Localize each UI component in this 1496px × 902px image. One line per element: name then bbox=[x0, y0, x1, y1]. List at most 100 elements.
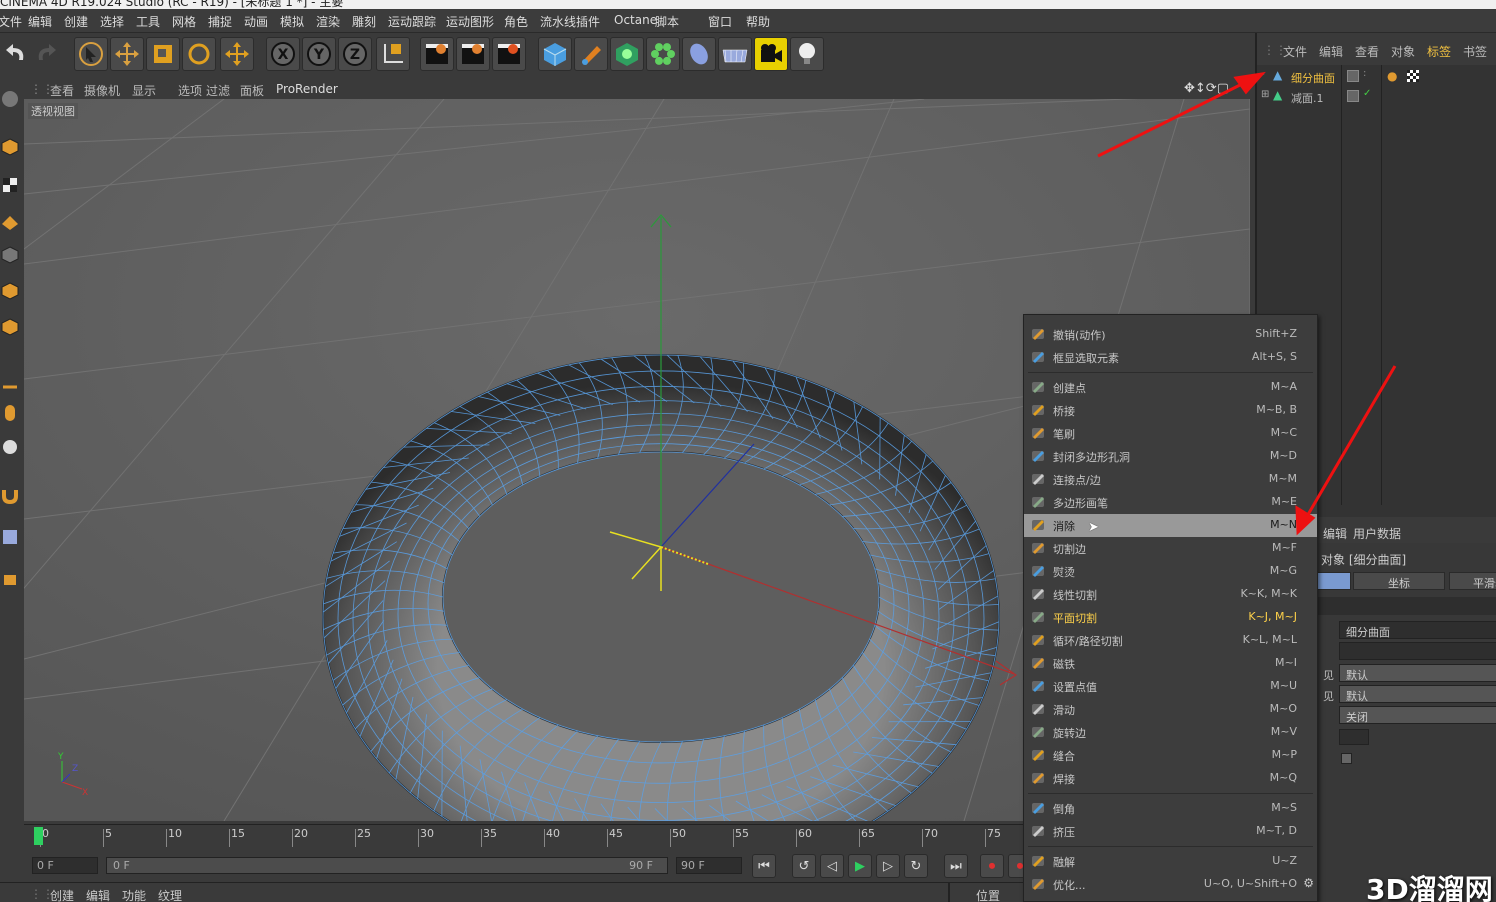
attr-tab-edit[interactable]: 编辑 bbox=[1323, 525, 1347, 542]
grid-button[interactable] bbox=[0, 523, 20, 551]
menu-10[interactable]: 雕刻 bbox=[352, 13, 376, 30]
menu-11[interactable]: 运动跟踪 bbox=[388, 13, 436, 30]
snap-button[interactable] bbox=[0, 433, 20, 461]
menu-2[interactable]: 创建 bbox=[64, 13, 88, 30]
lock-button[interactable] bbox=[0, 563, 20, 591]
attr-checkbox[interactable] bbox=[1341, 753, 1352, 764]
playhead[interactable] bbox=[34, 827, 43, 845]
model-mode-button[interactable] bbox=[0, 85, 20, 113]
rotate-button[interactable] bbox=[182, 37, 216, 71]
rotate-view-icon[interactable]: ⟳ bbox=[1206, 81, 1217, 96]
current-frame-field[interactable]: 0 F bbox=[32, 857, 98, 874]
enable-axis-button[interactable] bbox=[0, 373, 20, 401]
menu-14[interactable]: 流水线 bbox=[540, 13, 576, 30]
context-item-bevel[interactable]: 倒角 M~S bbox=[1024, 797, 1317, 820]
cloner-button[interactable] bbox=[646, 37, 680, 71]
viewport-menu-5[interactable]: 面板 bbox=[240, 82, 264, 99]
z-axis-button[interactable]: Z bbox=[338, 37, 372, 71]
timeline-ruler[interactable]: 0 5 10 15 20 25 30 35 40 45 50 55 60 65 70 75 bbox=[24, 824, 1024, 848]
object-row[interactable]: ⊞ ▲ 减面.1 ✓ bbox=[1257, 87, 1496, 107]
attr-field-1[interactable] bbox=[1339, 642, 1496, 660]
context-item-connect[interactable]: 连接点/边 M~M bbox=[1024, 468, 1317, 491]
context-item-stitch[interactable]: 缝合 M~P bbox=[1024, 744, 1317, 767]
attr-tab-userdata[interactable]: 用户数据 bbox=[1353, 525, 1401, 542]
object-row[interactable]: - ▲ 细分曲面: ● bbox=[1257, 67, 1496, 87]
coordinate-system-button[interactable] bbox=[376, 37, 410, 71]
render-settings-button[interactable] bbox=[492, 37, 526, 71]
object-menu-0[interactable]: 文件 bbox=[1283, 43, 1307, 60]
scale-button[interactable] bbox=[146, 37, 180, 71]
maximize-view-icon[interactable]: ▢ bbox=[1217, 81, 1229, 96]
object-menu-5[interactable]: 书签 bbox=[1463, 43, 1487, 60]
context-item-undo[interactable]: 撤销(动作) Shift+Z bbox=[1024, 323, 1317, 346]
menu-19[interactable]: 帮助 bbox=[746, 13, 770, 30]
render-picture-viewer-button[interactable] bbox=[456, 37, 490, 71]
zoom-view-icon[interactable]: ↕ bbox=[1195, 81, 1206, 96]
floor-button[interactable] bbox=[718, 37, 752, 71]
object-menu-1[interactable]: 编辑 bbox=[1319, 43, 1343, 60]
polygons-mode-button[interactable] bbox=[0, 313, 20, 341]
context-item-weld[interactable]: 焊接 M~Q bbox=[1024, 767, 1317, 790]
layer-icon[interactable] bbox=[1347, 90, 1359, 102]
viewport-menu-0[interactable]: 查看 bbox=[50, 82, 74, 99]
prev-key-button[interactable]: ↺ bbox=[792, 854, 816, 878]
next-key-button[interactable]: ↻ bbox=[904, 854, 928, 878]
menu-12[interactable]: 运动图形 bbox=[446, 13, 494, 30]
attr-number-field[interactable] bbox=[1339, 729, 1369, 745]
menu-15[interactable]: 插件 bbox=[576, 13, 600, 30]
deformer-button[interactable] bbox=[682, 37, 716, 71]
play-button[interactable]: ▶ bbox=[848, 854, 872, 878]
context-item-dissolve[interactable]: 消除 M~N ➤ bbox=[1024, 514, 1317, 537]
context-item-bridge[interactable]: 桥接 M~B, B bbox=[1024, 399, 1317, 422]
recent-tool-button[interactable] bbox=[220, 37, 254, 71]
tree-toggle-icon[interactable]: ⊞ bbox=[1261, 89, 1269, 100]
record-button[interactable]: ⏺ bbox=[980, 854, 1004, 878]
tree-toggle-icon[interactable]: - bbox=[1261, 69, 1265, 80]
bottom-tab-3[interactable]: 纹理 bbox=[158, 887, 182, 902]
object-mode-button[interactable] bbox=[0, 133, 20, 161]
context-item-melt[interactable]: 融解 U~Z bbox=[1024, 850, 1317, 873]
menu-1[interactable]: 编辑 bbox=[28, 13, 52, 30]
menu-6[interactable]: 捕捉 bbox=[208, 13, 232, 30]
go-start-button[interactable]: ⏮ bbox=[752, 854, 776, 878]
object-menu-2[interactable]: 查看 bbox=[1355, 43, 1379, 60]
bottom-tab-0[interactable]: 创建 bbox=[50, 887, 74, 902]
attr-subtab-1[interactable]: 坐标 bbox=[1353, 572, 1445, 590]
camera-button[interactable] bbox=[754, 37, 788, 71]
magnet-tool-button[interactable] bbox=[0, 481, 20, 509]
object-name[interactable]: 减面.1 bbox=[1291, 90, 1324, 106]
viewport-menu-2[interactable]: 显示 bbox=[132, 82, 156, 99]
viewport-menu-3[interactable]: 选项 bbox=[178, 82, 202, 99]
object-menu-4[interactable]: 标签 bbox=[1427, 43, 1451, 60]
context-item-frame-selected[interactable]: 框显选取元素 Alt+S, S bbox=[1024, 346, 1317, 369]
bottom-tab-1[interactable]: 编辑 bbox=[86, 887, 110, 902]
context-item-optimize[interactable]: 优化... U~O, U~Shift+O bbox=[1024, 873, 1317, 896]
move-button[interactable] bbox=[110, 37, 144, 71]
light-button[interactable] bbox=[790, 37, 824, 71]
tag-icon[interactable]: ● bbox=[1387, 69, 1397, 83]
visibility-dots-icon[interactable]: : bbox=[1363, 68, 1366, 79]
context-item-edge-cut[interactable]: 切割边 M~F bbox=[1024, 537, 1317, 560]
context-item-close-hole[interactable]: 封闭多边形孔洞 M~D bbox=[1024, 445, 1317, 468]
menu-4[interactable]: 工具 bbox=[136, 13, 160, 30]
menu-3[interactable]: 选择 bbox=[100, 13, 124, 30]
checker-tag-icon[interactable] bbox=[1407, 70, 1419, 82]
bottom-tab-2[interactable]: 功能 bbox=[122, 887, 146, 902]
y-axis-button[interactable]: Y bbox=[302, 37, 336, 71]
menu-17[interactable]: 脚本 bbox=[655, 13, 679, 30]
menu-9[interactable]: 渲染 bbox=[316, 13, 340, 30]
context-item-plane-cut[interactable]: 平面切割 K~J, M~J bbox=[1024, 606, 1317, 629]
viewport-menu-1[interactable]: 摄像机 bbox=[84, 82, 120, 99]
redo-button[interactable] bbox=[28, 37, 62, 71]
tweak-button[interactable] bbox=[0, 399, 20, 427]
context-item-loop-cut[interactable]: 循环/路径切割 K~L, M~L bbox=[1024, 629, 1317, 652]
menu-5[interactable]: 网格 bbox=[172, 13, 196, 30]
subdivision-button[interactable] bbox=[610, 37, 644, 71]
gear-icon[interactable]: ⚙ bbox=[1303, 876, 1314, 890]
viewport-menu-4[interactable]: 过滤 bbox=[206, 82, 230, 99]
context-item-slide[interactable]: 滑动 M~O bbox=[1024, 698, 1317, 721]
attr-subtab-2[interactable]: 平滑着色 bbox=[1449, 572, 1496, 590]
attr-field-2[interactable]: 默认 bbox=[1339, 664, 1496, 682]
context-item-spin-edge[interactable]: 旋转边 M~V bbox=[1024, 721, 1317, 744]
cube-button[interactable] bbox=[538, 37, 572, 71]
